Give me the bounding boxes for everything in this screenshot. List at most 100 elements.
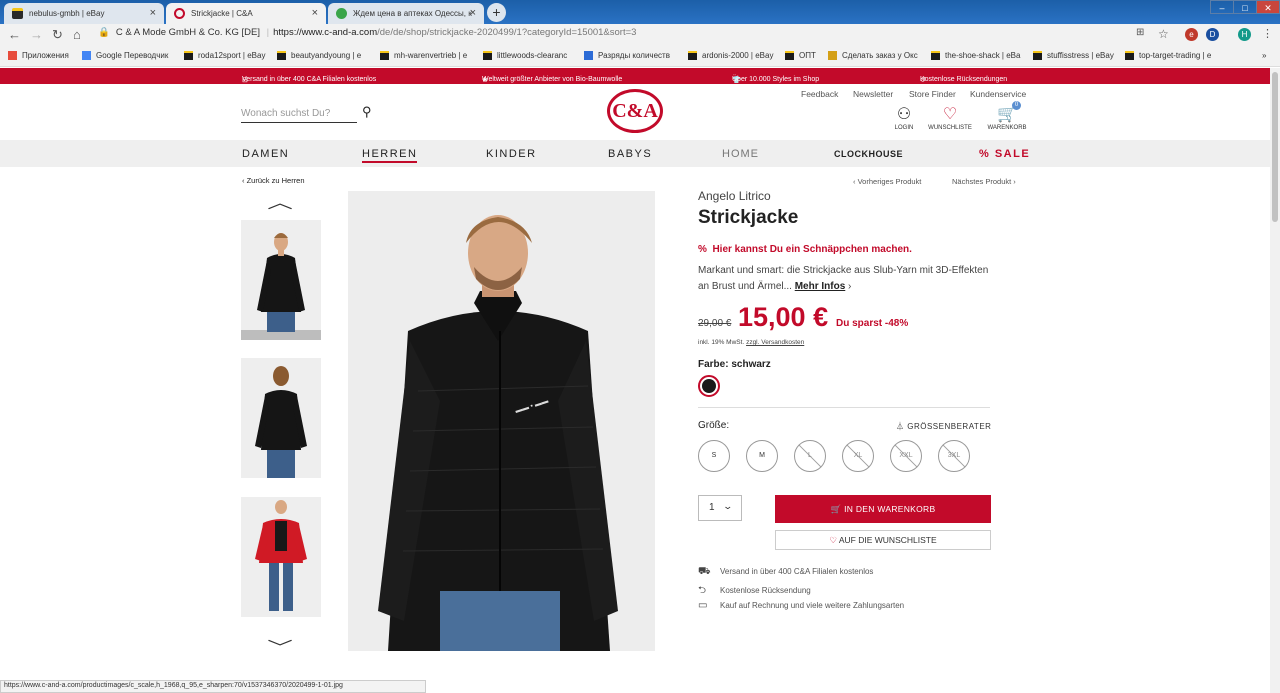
- nav-clockhouse[interactable]: CLOCKHOUSE: [834, 149, 903, 159]
- product-thumbnail[interactable]: [241, 497, 321, 617]
- nav-kinder[interactable]: KINDER: [486, 148, 537, 160]
- model-front-image: [241, 220, 321, 340]
- star-icon[interactable]: ☆: [1158, 27, 1169, 41]
- benefit-item: ⮌ Kostenlose Rücksendung: [698, 583, 811, 600]
- profile-avatar[interactable]: H: [1238, 28, 1251, 41]
- new-tab-icon[interactable]: +: [487, 3, 506, 22]
- search-input[interactable]: Wonach suchst Du?: [241, 108, 357, 123]
- feedback-link[interactable]: Feedback: [801, 89, 838, 99]
- apps-grid-icon: [8, 51, 17, 60]
- candа-favicon-icon: [174, 8, 185, 19]
- bookmark-item[interactable]: top-target-trading | e: [1125, 51, 1211, 60]
- ebay-favicon-icon: [12, 8, 23, 19]
- bookmark-item[interactable]: Google Переводчик: [82, 51, 168, 60]
- bookmark-item[interactable]: Разряды количеств: [584, 51, 670, 60]
- product-main-image[interactable]: ▬▬ ▪ ▬▬: [348, 191, 655, 651]
- scrollbar-thumb[interactable]: [1272, 72, 1278, 222]
- menu-dots-icon[interactable]: ⋮: [1262, 27, 1273, 40]
- wishlist-button[interactable]: ♡ WUNSCHLISTE: [925, 105, 975, 131]
- url-field[interactable]: 🔒 C & A Mode GmbH & Co. KG [DE] | https://…: [98, 27, 636, 38]
- minimize-icon[interactable]: –: [1210, 0, 1234, 14]
- color-swatch-black[interactable]: [698, 375, 720, 397]
- product-description: Markant und smart: die Strickjacke aus S…: [698, 265, 989, 292]
- bookmark-item[interactable]: Приложения: [8, 51, 69, 60]
- tab-label: Strickjacke | C&A: [191, 9, 253, 18]
- chevron-right-icon: ›: [845, 281, 852, 292]
- window-close-icon[interactable]: ✕: [1256, 0, 1280, 14]
- logo[interactable]: C&A: [607, 89, 663, 133]
- chevron-down-icon[interactable]: ﹀: [267, 634, 293, 658]
- bookmark-item[interactable]: Сделать заказ у Окс: [828, 51, 918, 60]
- color-value: schwarz: [731, 359, 771, 370]
- add-to-wishlist-button[interactable]: ♡ AUF DIE WUNSCHLISTE: [775, 530, 991, 550]
- bookmark-item[interactable]: ОПТ: [785, 51, 816, 60]
- product-brand: Angelo Litrico: [698, 189, 771, 203]
- more-info-link[interactable]: Mehr Infos: [795, 281, 846, 292]
- nav-babys[interactable]: BABYS: [608, 148, 652, 160]
- folder-icon: [184, 51, 193, 60]
- size-option[interactable]: M: [746, 440, 778, 472]
- customer-service-link[interactable]: Kundenservice: [970, 89, 1026, 99]
- maximize-icon[interactable]: □: [1233, 0, 1257, 14]
- bookmark-item[interactable]: littlewoods-clearanc: [483, 51, 567, 60]
- size-advisor-link[interactable]: ⏃ GRÖSSENBERATER: [896, 421, 991, 432]
- product-thumbnail[interactable]: [241, 220, 321, 340]
- lock-icon: 🔒: [98, 27, 110, 38]
- extension-icon[interactable]: D: [1206, 28, 1219, 41]
- search-icon[interactable]: ⚲: [362, 104, 372, 120]
- bookmarks-overflow-button[interactable]: »: [1262, 51, 1266, 60]
- size-option-unavailable[interactable]: L: [794, 440, 826, 472]
- browser-tab-active[interactable]: Strickjacke | C&A ×: [166, 3, 326, 24]
- bookmark-item[interactable]: stuffisstress | eBay: [1033, 51, 1114, 60]
- scrollbar[interactable]: [1270, 68, 1280, 693]
- truck-icon: ⛟: [698, 566, 711, 577]
- chevron-up-icon[interactable]: ︿: [267, 189, 293, 213]
- browser-tab[interactable]: Ждем цена в аптеках Одессы, к ×: [328, 3, 484, 24]
- bookmark-item[interactable]: roda12sport | eBay: [184, 51, 265, 60]
- bookmark-item[interactable]: ardonis-2000 | eBay: [688, 51, 773, 60]
- bookmark-item[interactable]: beautyandyoung | e: [277, 51, 361, 60]
- folder-icon: [1125, 51, 1134, 60]
- nav-damen[interactable]: DAMEN: [242, 148, 289, 160]
- percent-icon: %: [979, 148, 995, 160]
- close-icon[interactable]: ×: [150, 7, 156, 19]
- add-to-cart-button[interactable]: 🛒 IN DEN WARENKORB: [775, 495, 991, 523]
- login-button[interactable]: ⚇ LOGIN: [879, 105, 929, 131]
- close-icon[interactable]: ×: [470, 7, 476, 19]
- nav-herren[interactable]: HERREN: [362, 148, 418, 163]
- product-thumbnail[interactable]: [241, 358, 321, 478]
- store-finder-link[interactable]: Store Finder: [909, 89, 956, 99]
- translate-icon[interactable]: ⊞: [1136, 27, 1144, 38]
- bookmark-item[interactable]: mh-warenvertrieb | e: [380, 51, 467, 60]
- bookmark-item[interactable]: the-shoe-shack | eBa: [931, 51, 1020, 60]
- next-product-link[interactable]: Nächstes Produkt ›: [952, 177, 1016, 186]
- newsletter-link[interactable]: Newsletter: [853, 89, 893, 99]
- product-title: Strickjacke: [698, 207, 799, 228]
- reload-icon[interactable]: ↻: [52, 27, 63, 43]
- deal-notice: % Hier kannst Du ein Schnäppchen machen.: [698, 244, 912, 255]
- cart-count-badge: 0: [1012, 101, 1021, 110]
- heart-icon: ♡: [942, 106, 958, 123]
- model-back-image: [241, 358, 321, 478]
- size-option-unavailable[interactable]: XL: [842, 440, 874, 472]
- size-option-unavailable[interactable]: 3XL: [938, 440, 970, 472]
- browser-tab[interactable]: nebulus-gmbh | eBay ×: [4, 3, 164, 24]
- forward-arrow-icon[interactable]: →: [30, 27, 43, 42]
- nav-sale[interactable]: % SALE: [979, 148, 1030, 160]
- home-icon[interactable]: ⌂: [73, 27, 81, 42]
- back-arrow-icon[interactable]: ←: [8, 27, 21, 42]
- promo-bar: ⊟ Versand in über 400 C&A Filialen koste…: [0, 68, 1270, 84]
- nav-home[interactable]: HOME: [722, 148, 759, 160]
- url-host: https://www.c-and-a.com: [273, 27, 378, 38]
- previous-product-link[interactable]: ‹ Vorheriges Produkt: [853, 177, 921, 186]
- shipping-costs-link[interactable]: zzgl. Versandkosten: [746, 339, 804, 346]
- cart-button[interactable]: 🛒 0 WARENKORB: [982, 101, 1032, 131]
- extension-icon[interactable]: e: [1185, 28, 1198, 41]
- quantity-select[interactable]: 1 ⌄: [698, 495, 742, 521]
- back-to-category-link[interactable]: ‹ Zurück zu Herren: [242, 176, 305, 185]
- size-option-unavailable[interactable]: XXL: [890, 440, 922, 472]
- close-icon[interactable]: ×: [312, 7, 318, 19]
- size-option[interactable]: S: [698, 440, 730, 472]
- old-price: 29,00 €: [698, 318, 732, 329]
- divider: [698, 407, 990, 408]
